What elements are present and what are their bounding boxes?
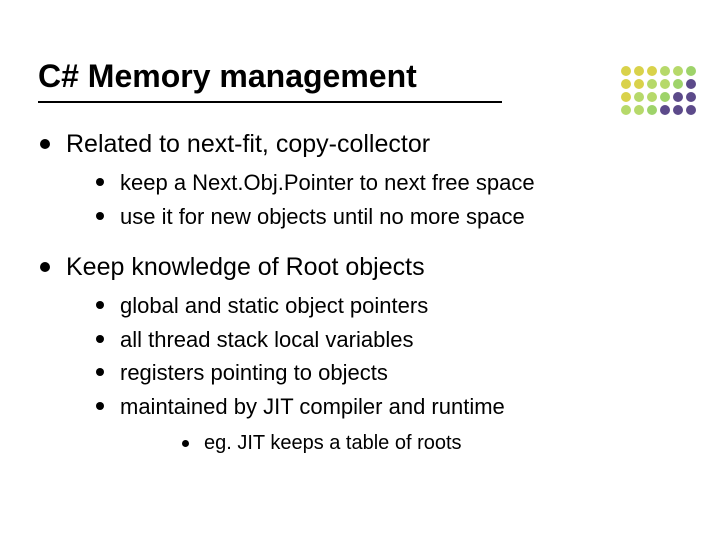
dot-icon: [686, 66, 696, 76]
corner-dots-decoration: [621, 66, 696, 115]
dot-icon: [621, 92, 631, 102]
sub-sub-bullet-list: eg. JIT keeps a table of roots: [120, 430, 682, 457]
slide-title: C# Memory management: [38, 58, 682, 95]
bullet-text: Related to next-fit, copy-collector: [66, 130, 430, 158]
sub-bullet-list: global and static object pointers all th…: [66, 291, 682, 457]
sub-bullet-item: global and static object pointers: [66, 291, 682, 321]
sub-bullet-item: registers pointing to objects: [66, 358, 682, 388]
dot-icon: [660, 105, 670, 115]
sub-bullet-item: keep a Next.Obj.Pointer to next free spa…: [66, 168, 682, 198]
dot-icon: [673, 105, 683, 115]
dot-icon: [621, 79, 631, 89]
dot-icon: [621, 66, 631, 76]
sub-bullet-item: maintained by JIT compiler and runtime e…: [66, 392, 682, 457]
dot-icon: [634, 105, 644, 115]
dot-icon: [647, 79, 657, 89]
dot-icon: [647, 66, 657, 76]
slide: C# Memory management Related to next-fit…: [0, 0, 720, 540]
dot-icon: [673, 79, 683, 89]
dot-icon: [660, 79, 670, 89]
sub-bullet-item: use it for new objects until no more spa…: [66, 202, 682, 232]
dot-icon: [634, 79, 644, 89]
dot-icon: [686, 92, 696, 102]
dot-icon: [621, 105, 631, 115]
sub-bullet-text: maintained by JIT compiler and runtime: [120, 394, 505, 419]
dot-icon: [686, 105, 696, 115]
dot-icon: [634, 66, 644, 76]
dot-icon: [634, 92, 644, 102]
bullet-list: Related to next-fit, copy-collector keep…: [38, 129, 682, 457]
sub-bullet-item: all thread stack local variables: [66, 325, 682, 355]
dot-icon: [673, 92, 683, 102]
dot-icon: [686, 79, 696, 89]
bullet-item: Keep knowledge of Root objects global an…: [38, 252, 682, 457]
dot-icon: [660, 92, 670, 102]
sub-bullet-list: keep a Next.Obj.Pointer to next free spa…: [66, 168, 682, 231]
dot-icon: [647, 92, 657, 102]
dot-icon: [660, 66, 670, 76]
dot-icon: [673, 66, 683, 76]
title-underline: [38, 101, 502, 103]
dot-icon: [647, 105, 657, 115]
sub-sub-bullet-item: eg. JIT keeps a table of roots: [120, 430, 682, 457]
bullet-item: Related to next-fit, copy-collector keep…: [38, 129, 682, 232]
bullet-text: Keep knowledge of Root objects: [66, 253, 425, 281]
